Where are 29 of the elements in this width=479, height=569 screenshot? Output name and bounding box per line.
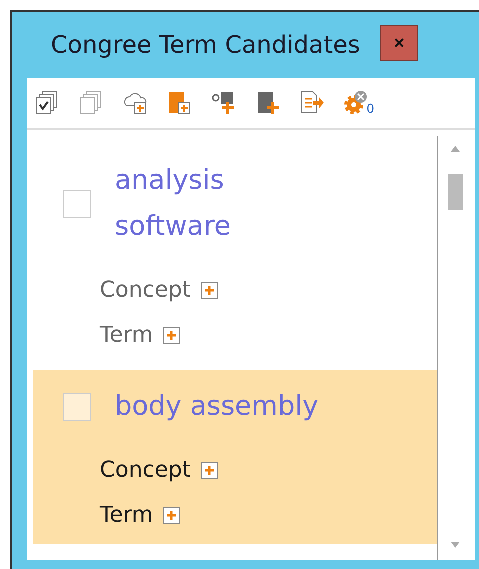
close-button[interactable]: × bbox=[380, 25, 418, 61]
add-button[interactable] bbox=[201, 462, 218, 479]
export-icon bbox=[299, 90, 325, 116]
gear-icon bbox=[343, 90, 369, 116]
document-add-icon bbox=[255, 90, 281, 116]
term-text: analysis software bbox=[115, 164, 232, 244]
plus-icon bbox=[166, 510, 178, 521]
add-button[interactable] bbox=[201, 282, 218, 299]
candidate-card[interactable]: body assembly Concept Term bbox=[33, 370, 437, 544]
document-add-button[interactable] bbox=[255, 90, 281, 116]
term-text: body assembly bbox=[115, 390, 320, 424]
checkbox[interactable] bbox=[63, 393, 91, 421]
window-title: Congree Term Candidates bbox=[51, 31, 360, 59]
gear-button[interactable]: 0 bbox=[343, 90, 374, 116]
field-label: Term bbox=[100, 323, 154, 348]
field-label: Concept bbox=[100, 458, 191, 483]
add-button[interactable] bbox=[163, 327, 180, 344]
add-button[interactable] bbox=[163, 507, 180, 524]
plus-icon bbox=[204, 465, 215, 476]
checkbox[interactable] bbox=[63, 190, 91, 218]
scroll-up-icon bbox=[451, 146, 460, 152]
count-label: 0 bbox=[367, 101, 374, 116]
scroll-thumb[interactable] bbox=[448, 174, 463, 210]
scroll-down-icon bbox=[451, 542, 460, 548]
field-label: Concept bbox=[100, 278, 191, 303]
plus-icon bbox=[166, 330, 178, 341]
export-button[interactable] bbox=[299, 90, 325, 116]
field-label: Term bbox=[100, 503, 154, 528]
plus-icon bbox=[204, 285, 215, 296]
